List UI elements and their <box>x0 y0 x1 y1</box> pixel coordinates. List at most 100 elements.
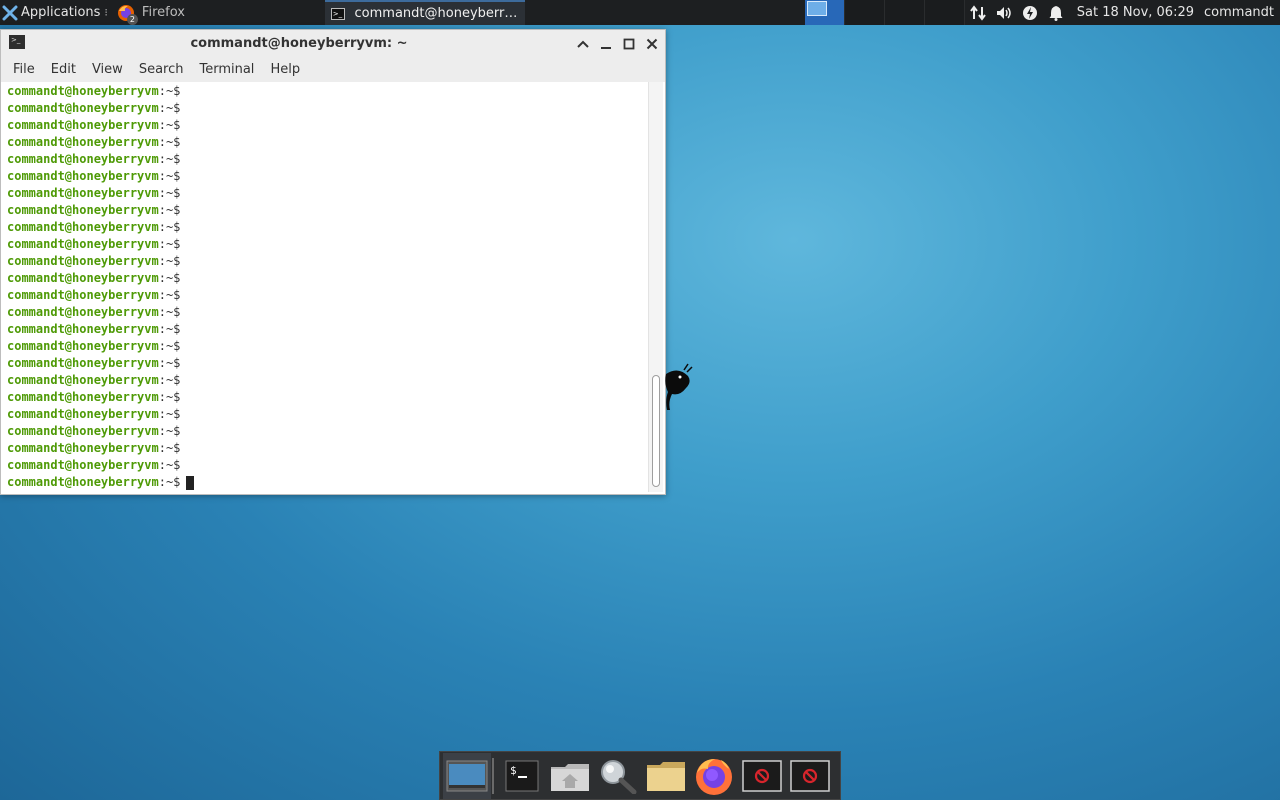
terminal-prompt-line: commandt@honeyberryvm:~$ <box>7 389 194 406</box>
prompt-path: :~$ <box>158 305 181 319</box>
terminal-prompt-line: commandt@honeyberryvm:~$ <box>7 321 194 338</box>
maximize-button[interactable] <box>619 34 639 54</box>
dock-file-manager[interactable] <box>642 753 690 799</box>
prompt-user-host: commandt@honeyberryvm <box>7 373 159 387</box>
menu-search[interactable]: Search <box>131 57 192 82</box>
window-title: commandt@honeyberryvm: ~ <box>190 36 408 51</box>
prompt-path: :~$ <box>158 475 181 489</box>
terminal-prompt-line: commandt@honeyberryvm:~$ <box>7 338 194 355</box>
terminal-window: >_ commandt@honeyberryvm: ~ File Edit Vi… <box>0 29 666 495</box>
taskbar-firefox[interactable]: 2 Firefox <box>112 0 209 25</box>
prompt-path: :~$ <box>158 169 181 183</box>
prompt-user-host: commandt@honeyberryvm <box>7 271 159 285</box>
taskbar-firefox-label: Firefox <box>141 5 185 20</box>
prompt-path: :~$ <box>158 84 181 98</box>
desktop-wallpaper-bird-icon <box>665 363 693 410</box>
prompt-user-host: commandt@honeyberryvm <box>7 424 159 438</box>
prompt-user-host: commandt@honeyberryvm <box>7 237 159 251</box>
terminal-prompt-line: commandt@honeyberryvm:~$ <box>7 219 194 236</box>
dock-show-desktop[interactable] <box>443 752 491 799</box>
dock-terminal[interactable]: $ <box>498 753 546 799</box>
terminal-prompt-line: commandt@honeyberryvm:~$ <box>7 134 194 151</box>
prompt-path: :~$ <box>158 322 181 336</box>
menu-edit[interactable]: Edit <box>43 57 84 82</box>
applications-menu-button[interactable]: Applications ⁝ <box>0 0 112 25</box>
terminal-prompt-line: commandt@honeyberryvm:~$ <box>7 83 194 100</box>
dock-home-folder[interactable] <box>546 753 594 799</box>
terminal-prompt-line: commandt@honeyberryvm:~$ <box>7 117 194 134</box>
prompt-user-host: commandt@honeyberryvm <box>7 169 159 183</box>
workspace-1[interactable] <box>804 0 845 25</box>
firefox-icon <box>696 758 732 795</box>
prompt-user-host: commandt@honeyberryvm <box>7 356 159 370</box>
menu-file[interactable]: File <box>1 57 43 82</box>
power-manager-icon[interactable] <box>1017 0 1043 25</box>
blocked-icon <box>790 759 830 792</box>
terminal-prompt-line: commandt@honeyberryvm:~$ <box>7 168 194 185</box>
volume-icon[interactable] <box>991 0 1017 25</box>
workspace-4[interactable] <box>924 0 965 25</box>
workspace-3[interactable] <box>884 0 925 25</box>
close-icon <box>646 38 658 50</box>
folder-icon <box>647 761 685 791</box>
scrollbar[interactable] <box>648 82 663 492</box>
text-cursor <box>186 475 195 490</box>
prompt-path: :~$ <box>158 356 181 370</box>
taskbar-terminal[interactable]: >_ commandt@honeyberry... <box>324 0 525 25</box>
minimize-button[interactable] <box>596 34 616 54</box>
scrollbar-thumb[interactable] <box>652 375 660 487</box>
terminal-prompt-line: commandt@honeyberryvm:~$ <box>7 202 194 219</box>
user-menu[interactable]: commandt <box>1204 0 1276 25</box>
prompt-user-host: commandt@honeyberryvm <box>7 458 159 472</box>
home-folder-icon <box>551 763 589 791</box>
prompt-path: :~$ <box>158 424 181 438</box>
prompt-user-host: commandt@honeyberryvm <box>7 186 159 200</box>
workspace-window-preview <box>806 1 827 16</box>
terminal-prompt-line: commandt@honeyberryvm:~$ <box>7 270 194 287</box>
terminal-prompt-line: commandt@honeyberryvm:~$ <box>7 185 194 202</box>
terminal-prompt-line: commandt@honeyberryvm:~$ <box>7 100 194 117</box>
terminal-prompt-line: commandt@honeyberryvm:~$ <box>7 423 194 440</box>
window-titlebar[interactable]: >_ commandt@honeyberryvm: ~ <box>1 30 665 57</box>
prompt-user-host: commandt@honeyberryvm <box>7 101 159 115</box>
prompt-user-host: commandt@honeyberryvm <box>7 339 159 353</box>
maximize-icon <box>623 38 635 50</box>
terminal-prompt-line: commandt@honeyberryvm:~$ <box>7 236 194 253</box>
system-tray: Sat 18 Nov, 06:29 commandt <box>965 0 1280 25</box>
menu-separator-icon: ⁝ <box>104 6 108 19</box>
blocked-icon <box>742 759 782 792</box>
prompt-path: :~$ <box>158 186 181 200</box>
dock-app-finder[interactable] <box>594 753 642 799</box>
menu-terminal[interactable]: Terminal <box>191 57 262 82</box>
prompt-user-host: commandt@honeyberryvm <box>7 84 159 98</box>
workspace-2[interactable] <box>844 0 885 25</box>
terminal-prompt-line: commandt@honeyberryvm:~$ <box>7 355 194 372</box>
network-icon[interactable] <box>965 0 991 25</box>
dock-blocked-launcher-2[interactable] <box>786 753 834 799</box>
prompt-path: :~$ <box>158 237 181 251</box>
terminal-output[interactable]: commandt@honeyberryvm:~$ commandt@honeybe… <box>1 82 665 494</box>
terminal-menubar: File Edit View Search Terminal Help <box>1 57 665 82</box>
prompt-path: :~$ <box>158 407 181 421</box>
prompt-path: :~$ <box>158 390 181 404</box>
shade-button[interactable] <box>573 34 593 54</box>
window-count-badge: 2 <box>126 13 138 25</box>
top-panel: Applications ⁝ 2 Firefox >_ commandt@hon… <box>0 0 1280 25</box>
terminal-prompt-line: commandt@honeyberryvm:~$ <box>7 287 194 304</box>
menu-help[interactable]: Help <box>262 57 308 82</box>
applications-label: Applications <box>21 5 101 20</box>
prompt-user-host: commandt@honeyberryvm <box>7 254 159 268</box>
prompt-user-host: commandt@honeyberryvm <box>7 322 159 336</box>
show-desktop-icon <box>446 760 488 791</box>
prompt-user-host: commandt@honeyberryvm <box>7 135 159 149</box>
prompt-path: :~$ <box>158 220 181 234</box>
notification-bell-icon[interactable] <box>1043 0 1069 25</box>
menu-view[interactable]: View <box>84 57 131 82</box>
close-button[interactable] <box>642 34 662 54</box>
dock-firefox[interactable] <box>690 753 738 799</box>
dock-blocked-launcher-1[interactable] <box>738 753 786 799</box>
magnifier-icon <box>601 759 637 794</box>
terminal-prompt-line: commandt@honeyberryvm:~$ <box>7 304 194 321</box>
clock[interactable]: Sat 18 Nov, 06:29 <box>1069 0 1204 25</box>
workspace-switcher <box>804 0 965 25</box>
